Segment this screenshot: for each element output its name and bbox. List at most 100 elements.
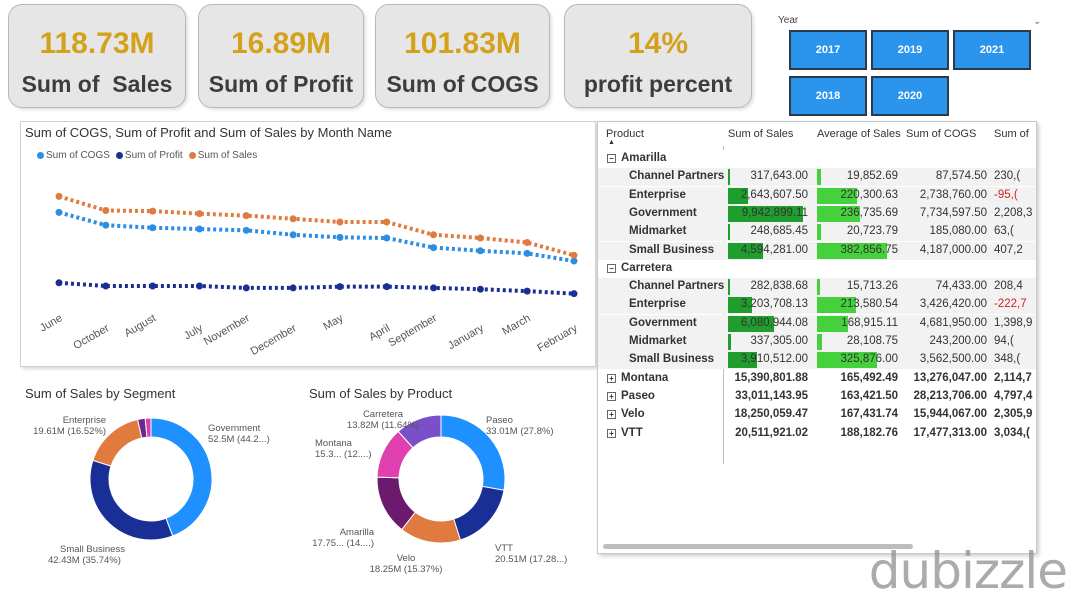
row-label: Enterprise bbox=[629, 298, 686, 311]
donut-slice-government[interactable] bbox=[150, 417, 213, 537]
year-button-2020[interactable]: 2020 bbox=[871, 76, 949, 116]
table-row[interactable]: Government 9,942,899.11 236,735.69 7,734,59… bbox=[598, 204, 1036, 223]
data-point[interactable] bbox=[149, 207, 157, 215]
column-header-sum-of-cogs[interactable]: Sum of COGS bbox=[906, 128, 976, 140]
data-point[interactable] bbox=[242, 226, 250, 234]
data-point[interactable] bbox=[195, 225, 203, 233]
line-chart-plot: June October August JulyNovemberDecember May… bbox=[38, 192, 580, 358]
row-label: Amarilla bbox=[621, 152, 667, 164]
data-point[interactable] bbox=[476, 234, 484, 242]
row-label: Channel Partners bbox=[629, 170, 725, 183]
donut-slice-small-business[interactable] bbox=[89, 459, 174, 541]
column-header-sum-of-sales[interactable]: Sum of Sales bbox=[728, 128, 793, 140]
data-point[interactable] bbox=[195, 282, 203, 290]
table-cell: 317,643.00 bbox=[750, 170, 808, 183]
data-point[interactable] bbox=[55, 192, 63, 200]
data-point[interactable] bbox=[523, 287, 531, 295]
data-point[interactable] bbox=[430, 244, 438, 252]
horizontal-scrollbar[interactable] bbox=[603, 544, 913, 549]
table-group-row[interactable]: − Carretera bbox=[598, 259, 1036, 278]
table-group-row[interactable]: + Montana 15,390,801.88 165,492.49 13,276,04… bbox=[598, 370, 1036, 388]
data-point[interactable] bbox=[55, 279, 63, 287]
table-group-row[interactable]: + VTT 20,511,921.02 188,182.76 17,477,313.00… bbox=[598, 425, 1036, 443]
year-button-2021[interactable]: 2021 bbox=[953, 30, 1031, 70]
data-point[interactable] bbox=[289, 231, 297, 239]
product-label-paseo: Paseo 33.01M (27.8%) bbox=[486, 415, 554, 437]
line-chart-panel[interactable]: Sum of COGS, Sum of Profit and Sum of Sa… bbox=[20, 121, 596, 367]
product-matrix-table[interactable]: Product ▲ Sum of Sales Average of Sales … bbox=[597, 121, 1037, 554]
table-group-row[interactable]: − Amarilla bbox=[598, 150, 1036, 168]
data-point[interactable] bbox=[289, 215, 297, 223]
data-point[interactable] bbox=[149, 224, 157, 232]
segment-label-enterprise-name: Enterprise bbox=[62, 415, 106, 426]
data-point[interactable] bbox=[55, 208, 63, 216]
product-label-velo: Velo 18.25M (15.37%) bbox=[366, 553, 446, 575]
segment-label-government: Government 52.5M (44.2...) bbox=[208, 423, 270, 445]
data-point[interactable] bbox=[336, 283, 344, 291]
table-cell: 94,( bbox=[994, 335, 1014, 347]
expand-icon[interactable]: + bbox=[607, 373, 616, 383]
sales-data-bar bbox=[728, 279, 731, 296]
data-point[interactable] bbox=[430, 284, 438, 292]
kpi-card-sales: 118.73M Sum of Sales bbox=[8, 4, 186, 108]
kpi-profit-label: Sum of Profit bbox=[208, 71, 354, 97]
product-chart-title: Sum of Sales by Product bbox=[309, 386, 453, 401]
data-point[interactable] bbox=[570, 251, 578, 259]
table-cell: 6,080,944.08 bbox=[740, 316, 808, 329]
data-point[interactable] bbox=[149, 282, 157, 290]
average-data-bar bbox=[817, 224, 821, 241]
data-point[interactable] bbox=[242, 212, 250, 220]
data-point[interactable] bbox=[476, 285, 484, 293]
data-point[interactable] bbox=[570, 290, 578, 298]
data-point[interactable] bbox=[476, 247, 484, 255]
table-row[interactable]: Small Business 3,910,512.00 325,876.00 3,56… bbox=[598, 351, 1036, 370]
product-label-montana-name: Montana bbox=[315, 438, 352, 449]
data-point[interactable] bbox=[102, 206, 110, 214]
data-point[interactable] bbox=[289, 284, 297, 292]
table-group-row[interactable]: + Paseo 33,011,143.95 163,421.50 28,213,706.… bbox=[598, 388, 1036, 406]
data-point[interactable] bbox=[195, 210, 203, 218]
data-point[interactable] bbox=[336, 218, 344, 226]
x-tick-label: February bbox=[535, 322, 580, 355]
year-button-2018[interactable]: 2018 bbox=[789, 76, 867, 116]
table-cell: 163,421.50 bbox=[840, 389, 898, 402]
expand-icon[interactable]: + bbox=[607, 391, 616, 401]
column-header-sum-of-profit[interactable]: Sum of bbox=[994, 128, 1029, 140]
product-label-paseo-value: 33.01M (27.8%) bbox=[486, 426, 554, 437]
data-point[interactable] bbox=[383, 218, 391, 226]
table-row[interactable]: Government 6,080,944.08 168,915.11 4,681,95… bbox=[598, 314, 1036, 333]
segment-label-enterprise-value: 19.61M (16.52%) bbox=[33, 426, 106, 437]
data-point[interactable] bbox=[383, 234, 391, 242]
table-row[interactable]: Channel Partners 317,643.00 19,852.69 87,57… bbox=[598, 168, 1036, 187]
data-point[interactable] bbox=[523, 249, 531, 257]
chevron-down-icon[interactable]: ⌄ bbox=[1033, 16, 1041, 27]
table-cell: 19,852.69 bbox=[846, 170, 898, 183]
year-button-2017[interactable]: 2017 bbox=[789, 30, 867, 70]
data-point[interactable] bbox=[383, 283, 391, 291]
year-button-2019[interactable]: 2019 bbox=[871, 30, 949, 70]
table-row[interactable]: Midmarket 337,305.00 28,108.75 243,200.00 94… bbox=[598, 333, 1036, 351]
table-row[interactable]: Enterprise 2,643,607.50 220,300.63 2,738,76… bbox=[598, 186, 1036, 205]
data-point[interactable] bbox=[523, 238, 531, 246]
sort-arrow-icon: ▲ bbox=[608, 139, 615, 146]
kpi-sales-value: 118.73M bbox=[39, 27, 155, 60]
expand-icon[interactable]: + bbox=[607, 410, 616, 420]
table-cell: 3,203,708.13 bbox=[740, 298, 808, 311]
data-point[interactable] bbox=[430, 231, 438, 239]
data-point[interactable] bbox=[102, 282, 110, 290]
table-row[interactable]: Enterprise 3,203,708.13 213,580.54 3,426,42… bbox=[598, 296, 1036, 315]
expand-icon[interactable]: + bbox=[607, 428, 616, 438]
donut-slice-vtt[interactable] bbox=[453, 485, 505, 541]
data-point[interactable] bbox=[336, 233, 344, 241]
table-group-row[interactable]: + Velo 18,250,059.47 167,431.74 15,944,067.0… bbox=[598, 406, 1036, 424]
collapse-icon[interactable]: − bbox=[607, 263, 616, 273]
table-cell: 28,213,706.00 bbox=[913, 389, 987, 402]
data-point[interactable] bbox=[242, 284, 250, 292]
collapse-icon[interactable]: − bbox=[607, 154, 616, 163]
table-cell: 20,511,921.02 bbox=[735, 426, 808, 439]
column-header-average-of-sales[interactable]: Average of Sales bbox=[817, 128, 901, 140]
table-row[interactable]: Channel Partners 282,838.68 15,713.26 74,43… bbox=[598, 278, 1036, 297]
table-row[interactable]: Small Business 4,594,281.00 382,856.75 4,18… bbox=[598, 241, 1036, 260]
table-row[interactable]: Midmarket 248,685.45 20,723.79 185,080.00 63… bbox=[598, 223, 1036, 242]
data-point[interactable] bbox=[102, 221, 110, 229]
